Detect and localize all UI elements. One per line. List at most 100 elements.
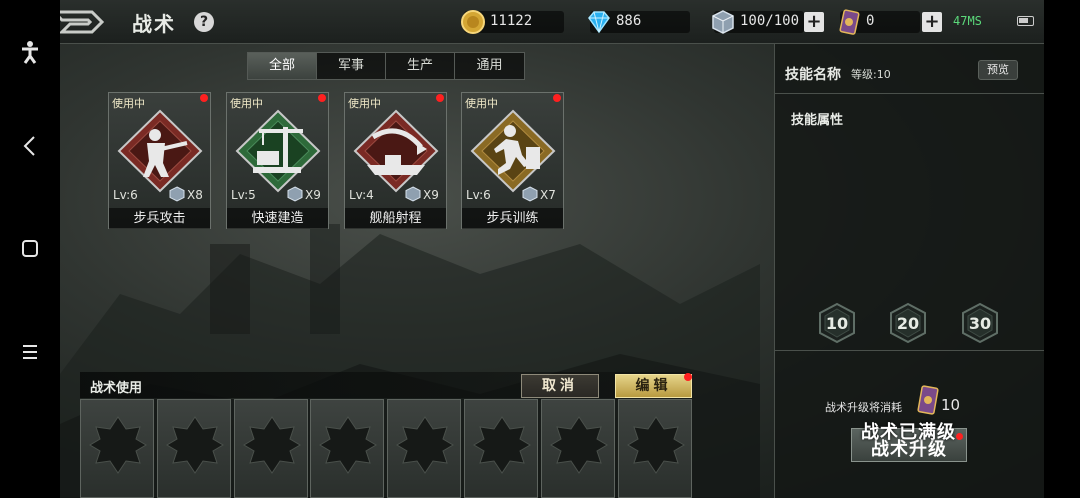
milestone-label: 20: [896, 314, 920, 333]
home-icon[interactable]: [0, 238, 60, 265]
crystal-cube-icon: [287, 186, 303, 202]
tactic-slot[interactable]: [157, 399, 231, 498]
back-logo-icon[interactable]: [60, 8, 108, 36]
help-button[interactable]: ?: [194, 12, 214, 32]
tactic-slot[interactable]: [541, 399, 615, 498]
filter-tabs: 全部 军事 生产 通用: [247, 52, 525, 80]
tactic-slot[interactable]: [618, 399, 692, 498]
empty-slot-icon: [89, 416, 147, 474]
battery-icon: [1017, 16, 1034, 26]
upgrade-cost-label: 战术升级将消耗: [825, 401, 902, 414]
alert-dot: [553, 94, 561, 102]
alert-dot: [684, 373, 692, 381]
accessibility-icon[interactable]: [0, 40, 60, 69]
crystal-cube-icon: [522, 186, 538, 202]
cancel-button[interactable]: 取消: [521, 374, 599, 398]
tactic-card[interactable]: 使用中 Lv:4 X9 舰船射程: [344, 92, 447, 229]
tactic-slot[interactable]: [310, 399, 384, 498]
tactic-slot[interactable]: [80, 399, 154, 498]
divider: [775, 350, 1044, 351]
card-name: 步兵训练: [462, 208, 563, 229]
card-value: 0: [866, 13, 875, 29]
add-crystal-button[interactable]: +: [804, 12, 824, 32]
skill-panel: 技能名称 等级:10 预览 技能属性 10 20 30 战术升级将消耗 10 战…: [774, 44, 1044, 498]
gold-counter: 11122: [461, 10, 564, 34]
game-screen: 战术 ? 11122 886 100/100 + 0 + 47MS 全部 军事 …: [60, 0, 1044, 498]
gold-coin-icon: [461, 10, 485, 34]
tab-production[interactable]: 生产: [386, 53, 455, 79]
milestone-label: 30: [968, 314, 992, 333]
alert-dot: [436, 94, 444, 102]
card-name: 步兵攻击: [109, 208, 210, 229]
diamond-value: 886: [616, 13, 642, 29]
infantry-attack-icon: [117, 109, 203, 193]
empty-slot-icon: [550, 416, 608, 474]
tab-all[interactable]: 全部: [248, 53, 317, 79]
card-count: X9: [305, 188, 321, 202]
card-level: Lv:5: [231, 188, 256, 202]
alert-dot: [200, 94, 208, 102]
menu-icon[interactable]: [0, 340, 60, 369]
maxed-label: 战术已满级: [861, 422, 956, 443]
empty-slot-icon: [473, 416, 531, 474]
crystal-cube-icon: [712, 10, 734, 34]
tab-military[interactable]: 军事: [317, 53, 386, 79]
top-bar: 战术 ? 11122 886 100/100 + 0 + 47MS: [60, 0, 1044, 44]
title-area: 战术 ?: [60, 0, 220, 44]
screen-edge: [1044, 0, 1080, 498]
tactic-slot[interactable]: [387, 399, 461, 498]
skill-name-label: 技能名称: [785, 67, 841, 83]
skill-level-label: 等级:10: [851, 68, 891, 81]
back-icon[interactable]: [0, 134, 60, 163]
card-count: X9: [423, 188, 439, 202]
upgrade-cost-value: 10: [941, 396, 961, 414]
milestone-30[interactable]: 30: [961, 302, 999, 344]
empty-slot-icon: [319, 416, 377, 474]
card-count: X7: [540, 188, 556, 202]
diamond-icon: [588, 11, 610, 34]
tactic-card[interactable]: 使用中 Lv:6 X8 步兵攻击: [108, 92, 211, 229]
empty-slot-icon: [166, 416, 224, 474]
fps-readout: 47MS: [953, 14, 982, 28]
alert-dot: [956, 433, 963, 440]
tactic-card[interactable]: 使用中 Lv:5 X9 快速建造: [226, 92, 329, 229]
card-level: Lv:6: [113, 188, 138, 202]
skill-attributes-label: 技能属性: [791, 113, 844, 128]
milestone-10[interactable]: 10: [818, 302, 856, 344]
card-counter: 0: [839, 9, 920, 35]
system-nav-bar: [0, 0, 60, 498]
ship-range-icon: [353, 109, 439, 193]
crystal-cube-icon: [405, 186, 421, 202]
tactics-in-use-bar: 战术使用: [80, 372, 692, 398]
edit-button[interactable]: 编辑: [615, 374, 692, 398]
card-level: Lv:4: [349, 188, 374, 202]
preview-button[interactable]: 预览: [978, 60, 1018, 80]
tactic-slot[interactable]: [234, 399, 308, 498]
construction-crane-icon: [235, 109, 321, 193]
card-name: 快速建造: [227, 208, 328, 229]
gold-value: 11122: [490, 13, 533, 29]
diamond-counter: 886: [588, 11, 690, 34]
tactic-card-icon: [917, 385, 939, 415]
card-level: Lv:6: [466, 188, 491, 202]
empty-slot-icon: [396, 416, 454, 474]
card-name: 舰船射程: [345, 208, 446, 229]
skill-header: 技能名称 等级:10 预览: [775, 44, 1044, 94]
tactics-in-use-label: 战术使用: [90, 381, 143, 396]
card-count: X8: [187, 188, 203, 202]
empty-slot-icon: [627, 416, 685, 474]
alert-dot: [318, 94, 326, 102]
tab-general[interactable]: 通用: [455, 53, 524, 79]
add-card-button[interactable]: +: [922, 12, 942, 32]
infantry-training-icon: [470, 109, 556, 193]
crystal-cube-icon: [169, 186, 185, 202]
milestone-20[interactable]: 20: [889, 302, 927, 344]
milestone-label: 10: [825, 314, 849, 333]
tactic-card[interactable]: 使用中 Lv:6 X7 步兵训练: [461, 92, 564, 229]
crystal-counter: 100/100: [712, 10, 804, 34]
page-title: 战术: [132, 12, 176, 36]
crystal-value: 100/100: [740, 13, 800, 29]
empty-slot-icon: [243, 416, 301, 474]
tactic-card-icon: [839, 9, 860, 35]
tactic-slot[interactable]: [464, 399, 538, 498]
